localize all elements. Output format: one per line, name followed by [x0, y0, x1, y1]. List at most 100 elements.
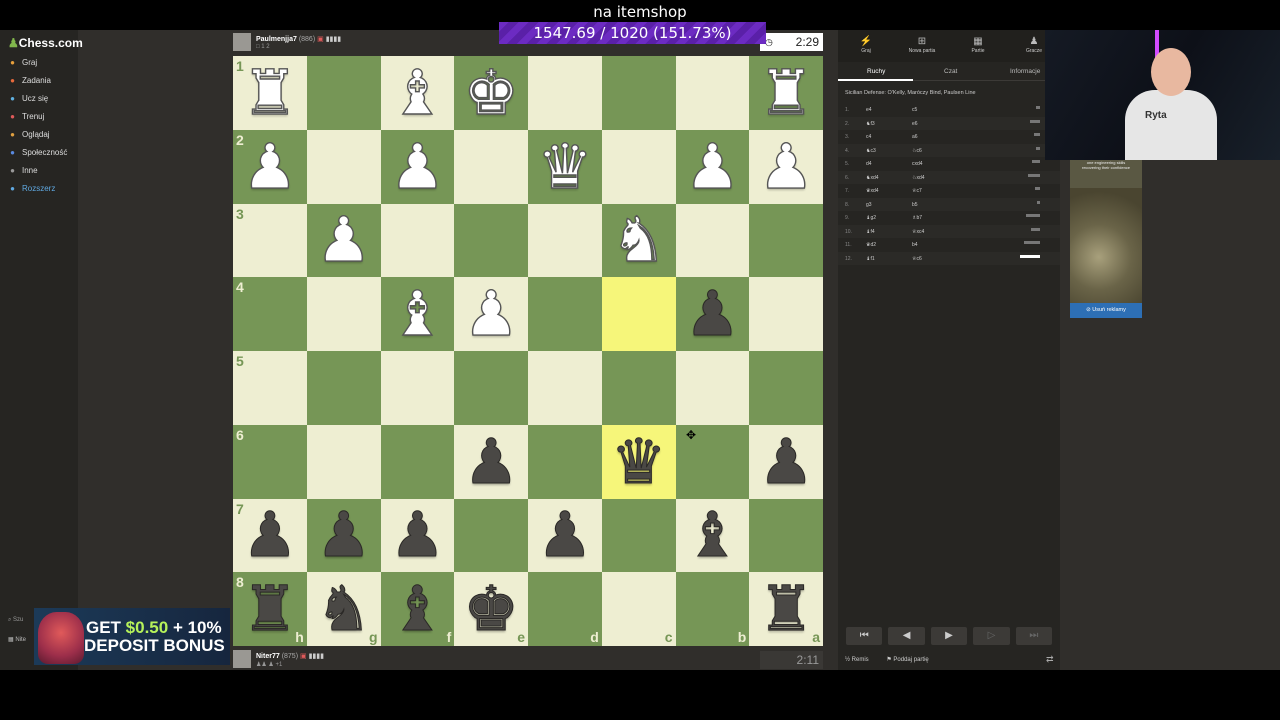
chess-board[interactable]: 1 ♜ ♝ ♚ ♜ 2 ♟ ♟ ♛ ♟ ♟ 3 ♟ ♞ 4 ♝ ♟ ♟ 5 6 ♟ ♛ ♟ 7 ♟ ♟ ♟ ♟ ♝ 8 h ♜ g ♞ f ♝ e ♚ d c… — [233, 56, 823, 646]
black-pawn-icon[interactable]: ♟ — [463, 430, 520, 493]
sidebar-item-oglądaj[interactable]: ● Oglądaj — [8, 130, 50, 139]
remove-ads-button[interactable]: ⊘ Usuń reklamy — [1070, 303, 1142, 318]
black-move[interactable]: ♕xc4 — [912, 229, 924, 235]
board-square-b2[interactable]: ♟ — [675, 129, 750, 204]
white-pawn-icon[interactable]: ♟ — [315, 208, 372, 271]
sidebar-search[interactable]: ⌕ Szu — [8, 617, 23, 624]
tab-graj[interactable]: ⚡ Graj — [846, 36, 886, 54]
black-move[interactable]: cxd4 — [912, 161, 923, 167]
board-square-h2[interactable]: 2 ♟ — [233, 129, 307, 204]
sidebar-item-zadania[interactable]: ● Zadania — [8, 76, 51, 85]
top-player-name[interactable]: Paulmenjja7 (886) ▣ ▮▮▮▮ — [256, 35, 341, 43]
board-square-b4[interactable]: ♟ — [675, 277, 750, 351]
white-move[interactable]: d4 — [866, 161, 872, 167]
board-square-f5[interactable] — [380, 351, 455, 425]
black-pawn-icon[interactable]: ♟ — [758, 430, 815, 493]
black-move[interactable]: b5 — [912, 202, 918, 208]
black-pawn-icon[interactable]: ♟ — [315, 503, 372, 566]
black-move[interactable]: e6 — [912, 121, 918, 127]
black-rook-icon[interactable]: ♜ — [242, 577, 299, 640]
black-knight-icon[interactable]: ♞ — [315, 577, 372, 640]
prev-move-button[interactable]: ◀ — [888, 627, 925, 645]
white-pawn-icon[interactable]: ♟ — [684, 134, 741, 197]
next-move-button[interactable]: ▶ — [930, 627, 968, 645]
board-square-h4[interactable]: 4 — [233, 277, 307, 351]
board-square-a6[interactable]: ♟ — [749, 424, 823, 499]
board-square-b7[interactable]: ♝ — [675, 498, 750, 573]
tab-moves[interactable]: Ruchy — [867, 68, 885, 75]
board-square-c1[interactable] — [601, 56, 676, 130]
white-knight-icon[interactable]: ♞ — [610, 208, 667, 271]
board-square-d2[interactable]: ♛ — [528, 129, 602, 204]
black-move[interactable]: b4 — [912, 242, 918, 248]
board-square-h6[interactable]: 6 — [233, 424, 307, 499]
board-square-d3[interactable] — [528, 203, 602, 278]
tab-partie[interactable]: ▦ Partie — [958, 36, 998, 54]
white-rook-icon[interactable]: ♜ — [758, 61, 815, 124]
board-square-a5[interactable] — [749, 351, 823, 425]
board-square-g1[interactable] — [306, 56, 381, 130]
board-square-c8[interactable]: c — [601, 572, 676, 646]
board-square-f4[interactable]: ♝ — [380, 277, 455, 351]
draw-button[interactable]: ½ Remis — [845, 657, 877, 663]
board-square-c6[interactable]: ♛ — [601, 424, 676, 499]
board-square-c2[interactable] — [601, 129, 676, 204]
board-square-g6[interactable] — [306, 424, 381, 499]
black-pawn-icon[interactable]: ♟ — [537, 503, 594, 566]
sidebar-user[interactable]: ▦ Nite — [8, 636, 26, 643]
board-square-d8[interactable]: d — [528, 572, 602, 646]
board-square-c5[interactable] — [601, 351, 676, 425]
board-square-e7[interactable] — [454, 498, 528, 573]
board-square-g3[interactable]: ♟ — [306, 203, 381, 278]
board-square-e1[interactable]: ♚ — [454, 56, 528, 130]
board-square-b5[interactable] — [675, 351, 750, 425]
resign-button[interactable]: ⚑ Poddaj partię — [886, 657, 936, 663]
board-square-h3[interactable]: 3 — [233, 203, 307, 278]
bottom-player-name[interactable]: Niter77 (875) ▣ ▮▮▮▮ — [256, 652, 324, 660]
black-bishop-icon[interactable]: ♝ — [389, 577, 446, 640]
board-square-g7[interactable]: ♟ — [306, 498, 381, 573]
black-move[interactable]: ♗b7 — [912, 215, 922, 221]
board-square-g8[interactable]: g ♞ — [306, 572, 381, 646]
board-square-e2[interactable] — [454, 129, 528, 204]
board-square-e5[interactable] — [454, 351, 528, 425]
board-square-a4[interactable] — [749, 277, 823, 351]
board-square-a8[interactable]: a ♜ — [749, 572, 823, 646]
white-move[interactable]: e4 — [866, 107, 872, 113]
board-square-h7[interactable]: 7 ♟ — [233, 498, 307, 573]
board-square-f2[interactable]: ♟ — [380, 129, 455, 204]
black-pawn-icon[interactable]: ♟ — [389, 503, 446, 566]
board-square-f8[interactable]: f ♝ — [380, 572, 455, 646]
first-move-button[interactable]: ⏮ — [846, 627, 883, 645]
white-bishop-icon[interactable]: ♝ — [389, 282, 446, 345]
board-square-d6[interactable] — [528, 424, 602, 499]
board-square-g4[interactable] — [306, 277, 381, 351]
board-square-a7[interactable] — [749, 498, 823, 573]
white-pawn-icon[interactable]: ♟ — [241, 134, 298, 197]
board-square-c4[interactable] — [601, 277, 676, 351]
white-move[interactable]: ♝f4 — [866, 229, 875, 235]
white-move[interactable]: ♞f3 — [866, 121, 875, 127]
white-move[interactable]: ♞c3 — [866, 148, 876, 154]
white-move[interactable]: ♛d2 — [866, 242, 876, 248]
white-move[interactable]: ♝g2 — [866, 215, 876, 221]
board-square-f6[interactable] — [380, 424, 455, 499]
board-square-d5[interactable] — [528, 351, 602, 425]
black-pawn-icon[interactable]: ♟ — [684, 282, 741, 345]
tab-chat[interactable]: Czat — [944, 68, 957, 75]
white-move[interactable]: g3 — [866, 202, 872, 208]
avatar[interactable] — [233, 33, 251, 51]
black-pawn-icon[interactable]: ♟ — [242, 503, 299, 566]
board-square-a3[interactable] — [749, 203, 823, 278]
board-square-d7[interactable]: ♟ — [528, 498, 602, 573]
sidebar-item-graj[interactable]: ● Graj — [8, 58, 37, 67]
board-square-c3[interactable]: ♞ — [601, 203, 676, 278]
white-move[interactable]: ♛xd4 — [866, 188, 879, 194]
live-move-button[interactable]: ▷ — [973, 627, 1010, 645]
board-square-d4[interactable] — [528, 277, 602, 351]
white-bishop-icon[interactable]: ♝ — [389, 61, 446, 124]
white-move[interactable]: ♞xd4 — [866, 175, 879, 181]
board-square-f7[interactable]: ♟ — [380, 498, 455, 573]
board-square-b8[interactable]: b — [675, 572, 750, 646]
board-square-d1[interactable] — [528, 56, 602, 130]
